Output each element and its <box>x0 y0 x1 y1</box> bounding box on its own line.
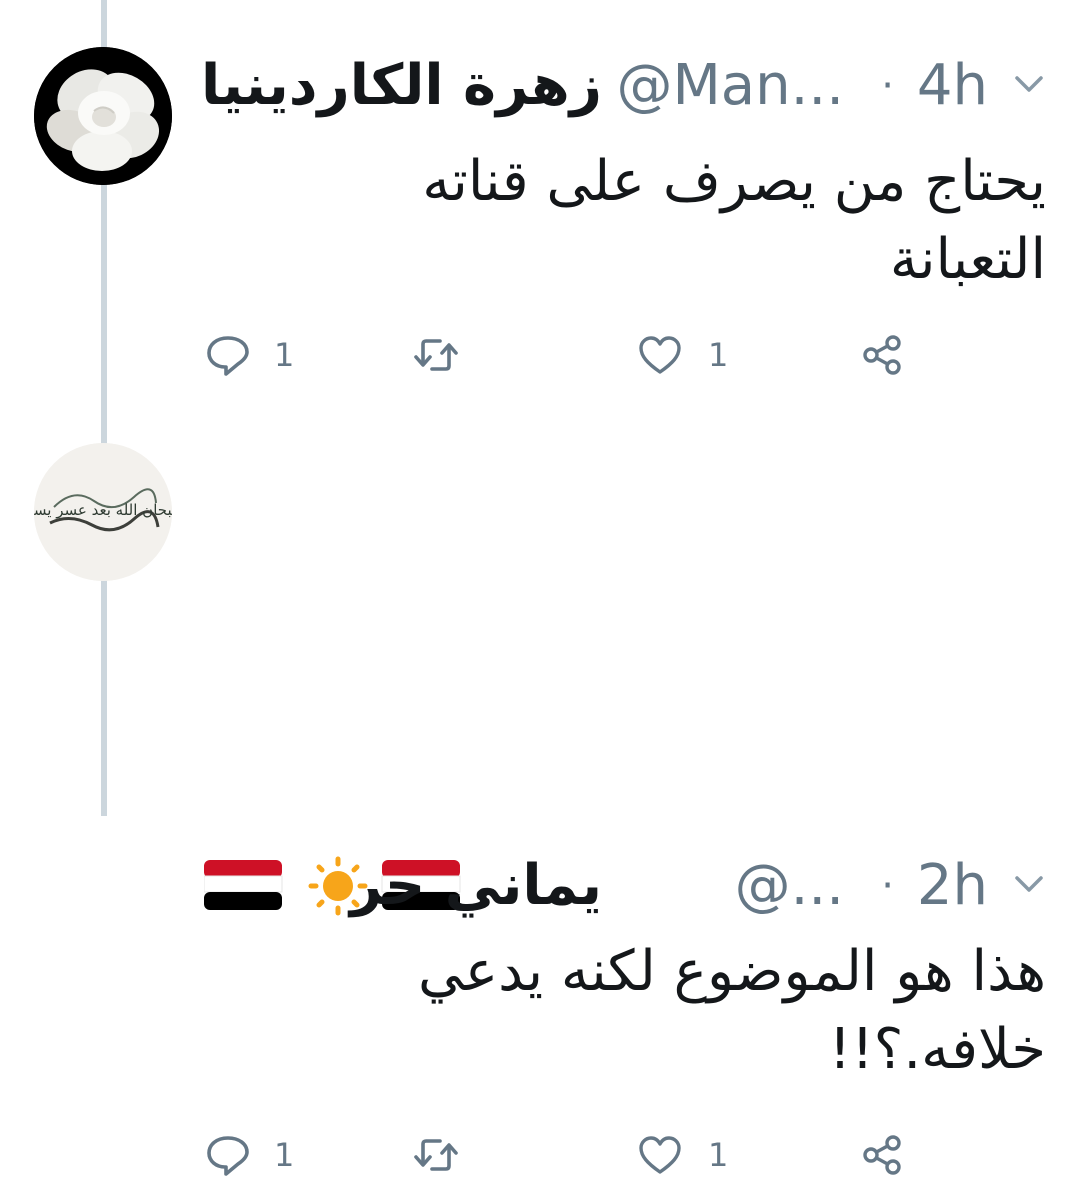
tweet-header: يماني حر @... · 2h <box>200 846 1050 926</box>
timestamp[interactable]: 4h <box>917 46 988 126</box>
avatar-calligraphy-text: سبحان الله بعد عسر يسرا <box>34 501 172 519</box>
timestamp[interactable]: 2h <box>917 846 988 926</box>
tweet-header: زهرة الكاردينيا @Man... · 4h <box>200 46 1050 126</box>
tweet-text: يحتاج من يصرف على قناته التعبانة <box>422 149 1046 292</box>
chevron-down-icon[interactable] <box>1012 72 1046 96</box>
share-icon[interactable] <box>860 1134 906 1176</box>
arabic-calligraphy-icon: سبحان الله بعد عسر يسرا <box>34 443 172 581</box>
display-name[interactable]: زهرة الكاردينيا <box>201 46 602 126</box>
separator-dot: · <box>881 63 894 109</box>
separator-dot: · <box>881 863 894 909</box>
user-handle[interactable]: @... <box>735 846 844 926</box>
yemen-flag-icon <box>204 860 283 910</box>
share-icon[interactable] <box>860 334 906 376</box>
retweet-icon[interactable] <box>413 334 459 376</box>
user-handle[interactable]: @Man... <box>616 46 844 126</box>
avatar[interactable]: سبحان الله بعد عسر يسرا <box>34 443 172 581</box>
tweet-2[interactable]: سبحان الله بعد عسر يسرا <box>0 400 1080 1176</box>
chevron-down-icon[interactable] <box>1012 872 1046 896</box>
display-name[interactable]: يماني حر <box>350 846 602 926</box>
like-count: 1 <box>708 1136 729 1174</box>
avatar[interactable] <box>34 47 172 185</box>
reply-icon[interactable] <box>205 1134 251 1176</box>
retweet-icon[interactable] <box>413 1134 459 1176</box>
heart-icon[interactable] <box>637 1134 683 1176</box>
like-count: 1 <box>708 336 729 374</box>
tweet-text: هذا هو الموضوع لكنه يدعي خلافه.؟!! <box>418 939 1046 1082</box>
reply-count: 1 <box>274 1136 295 1174</box>
heart-icon[interactable] <box>637 334 683 376</box>
reply-icon[interactable] <box>205 334 251 376</box>
reply-count: 1 <box>274 336 295 374</box>
tweet-actions: 1 1 <box>0 330 1080 380</box>
tweet-actions: 1 1 <box>0 1130 1080 1180</box>
tweet-1[interactable]: زهرة الكاردينيا @Man... · 4h يحتاج من يص… <box>0 0 1080 400</box>
white-gardenia-flower-icon <box>34 47 172 185</box>
